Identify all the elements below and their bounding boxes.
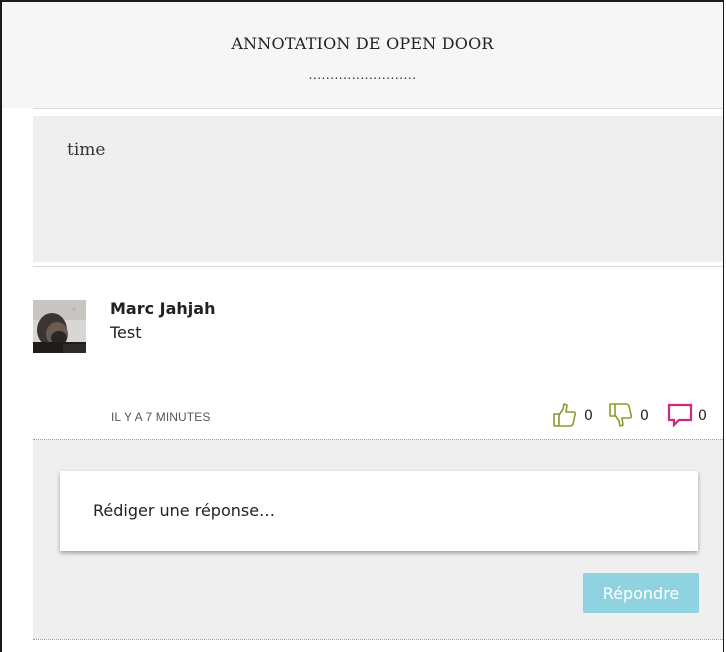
annotation-header: ANNOTATION DE OPEN DOOR ................…	[2, 2, 723, 108]
comment-text: Test	[110, 323, 142, 342]
title-divider-dots: .........................	[308, 68, 417, 82]
reply-input[interactable]	[60, 471, 698, 551]
dislike-count: 0	[640, 408, 649, 424]
avatar[interactable]	[33, 300, 86, 353]
speech-bubble-icon	[667, 403, 693, 428]
divider	[33, 266, 723, 267]
reply-count-button[interactable]	[666, 402, 694, 428]
avatar-photo	[33, 300, 86, 353]
dislike-button[interactable]	[608, 402, 634, 428]
like-button[interactable]	[552, 402, 578, 428]
reply-area: Répondre	[33, 440, 723, 639]
like-count: 0	[584, 408, 593, 424]
page-title: ANNOTATION DE OPEN DOOR	[231, 34, 494, 53]
thumbs-up-icon	[553, 403, 577, 427]
annotation-panel: ANNOTATION DE OPEN DOOR ................…	[0, 0, 724, 652]
quote-text: time	[67, 140, 106, 160]
comment-timestamp: IL Y A 7 MINUTES	[111, 410, 211, 424]
reply-button[interactable]: Répondre	[583, 573, 699, 613]
annotated-quote: time	[33, 116, 723, 262]
dotted-divider	[33, 639, 723, 640]
reply-count: 0	[698, 408, 707, 424]
thumbs-down-icon	[609, 403, 633, 427]
comment-author[interactable]: Marc Jahjah	[110, 299, 215, 318]
divider	[33, 108, 723, 109]
